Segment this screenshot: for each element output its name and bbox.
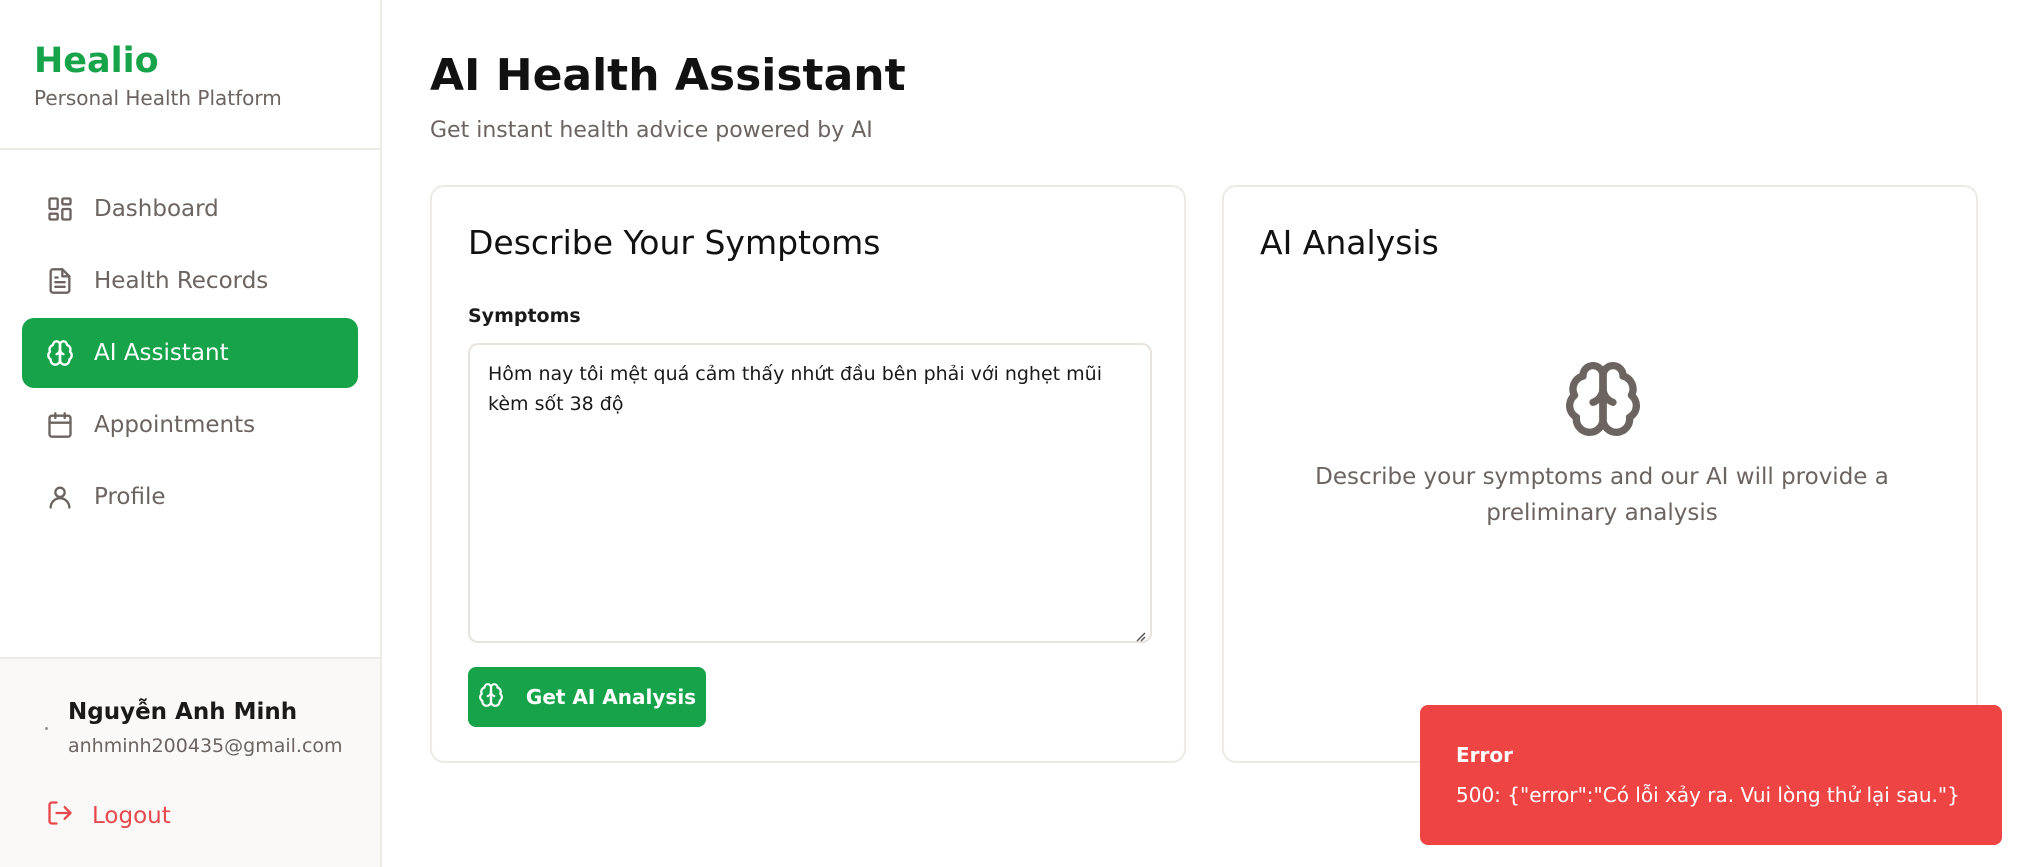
sidebar-item-health-records[interactable]: Health Records [22, 246, 358, 316]
avatar [45, 727, 48, 730]
toast-message: 500: {"error":"Có lỗi xảy ra. Vui lòng t… [1456, 783, 1960, 807]
get-ai-analysis-label: Get AI Analysis [525, 685, 697, 709]
brand: Healio Personal Health Platform [34, 40, 282, 110]
sidebar-item-label: AI Assistant [94, 340, 229, 366]
symptoms-card-title: Describe Your Symptoms [468, 223, 881, 262]
brain-icon [1563, 359, 1643, 439]
toast-title: Error [1456, 743, 1513, 767]
user-email: anhminh200435@gmail.com [68, 735, 343, 757]
logout-label: Logout [92, 803, 171, 829]
sidebar-item-profile[interactable]: Profile [22, 462, 358, 532]
brain-icon [46, 339, 74, 367]
brand-subtitle: Personal Health Platform [34, 86, 282, 110]
error-toast[interactable]: Error 500: {"error":"Có lỗi xảy ra. Vui … [1420, 705, 2002, 845]
user-panel: Nguyễn Anh Minh anhminh200435@gmail.com … [0, 657, 380, 867]
brand-name[interactable]: Healio [34, 40, 282, 82]
sidebar-item-label: Dashboard [94, 196, 219, 222]
calendar-icon [46, 411, 74, 439]
symptoms-label: Symptoms [468, 305, 581, 327]
sidebar-divider [0, 148, 380, 150]
brain-icon [478, 682, 526, 713]
analysis-placeholder-text: Describe your symptoms and our AI will p… [1315, 464, 1889, 526]
layout-grid-icon [46, 195, 74, 223]
sidebar-item-appointments[interactable]: Appointments [22, 390, 358, 460]
sidebar-item-ai-assistant[interactable]: AI Assistant [22, 318, 358, 388]
sidebar-item-label: Appointments [94, 412, 256, 438]
analysis-card: AI Analysis Describe your symptoms and o… [1222, 185, 1978, 763]
sidebar-item-dashboard[interactable]: Dashboard [22, 174, 358, 244]
symptoms-textarea[interactable] [468, 343, 1152, 643]
page-title: AI Health Assistant [430, 50, 906, 101]
user-icon [46, 483, 74, 511]
sidebar: Healio Personal Health Platform Dashboar… [0, 0, 382, 867]
get-ai-analysis-button[interactable]: Get AI Analysis [468, 667, 706, 727]
file-text-icon [46, 267, 74, 295]
page-subtitle: Get instant health advice powered by AI [430, 118, 873, 143]
sidebar-item-label: Health Records [94, 268, 269, 294]
logout-icon [46, 799, 92, 833]
resize-handle-icon[interactable] [1134, 627, 1146, 642]
logout-button[interactable]: Logout [46, 799, 171, 833]
user-name: Nguyễn Anh Minh [68, 699, 298, 725]
sidebar-nav: Dashboard Health Records AI Assistant Ap… [22, 174, 358, 534]
sidebar-item-label: Profile [94, 484, 166, 510]
symptoms-card: Describe Your Symptoms Symptoms Get AI A… [430, 185, 1186, 763]
analysis-card-title: AI Analysis [1260, 223, 1439, 262]
